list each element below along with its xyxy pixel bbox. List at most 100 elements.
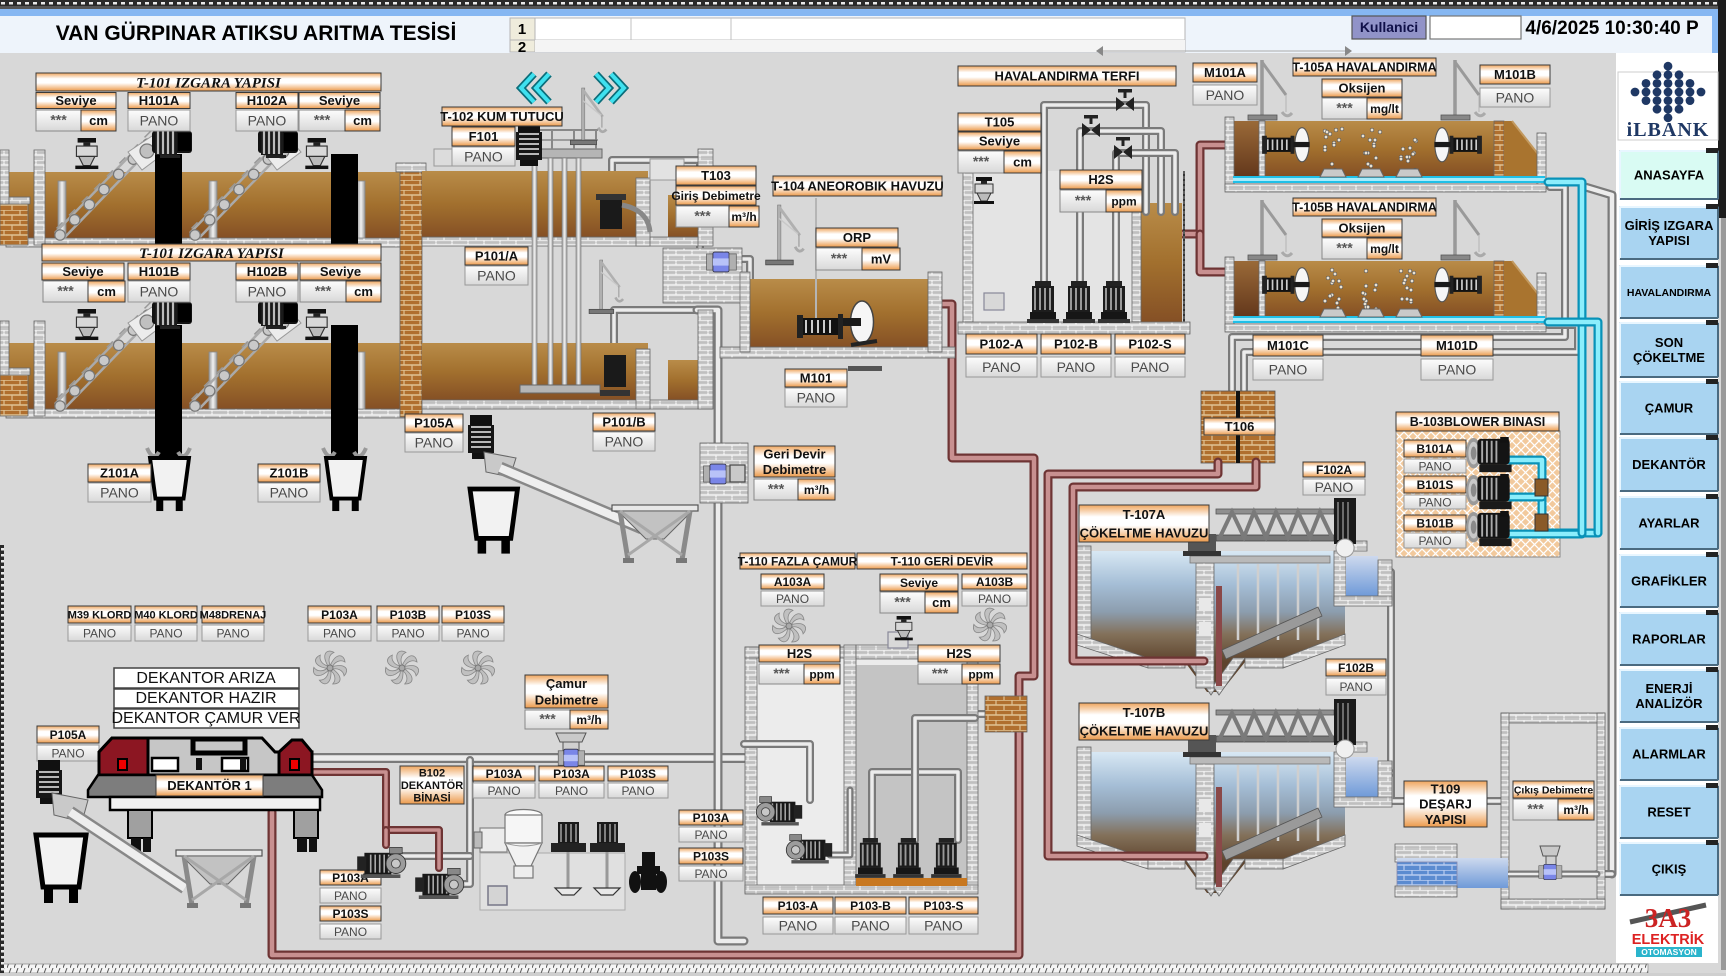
svg-text:H102A: H102A (247, 93, 288, 108)
svg-text:ÇÖKELTME: ÇÖKELTME (1633, 350, 1705, 365)
svg-text:PANO: PANO (140, 113, 179, 129)
svg-text:cm: cm (354, 284, 373, 299)
svg-text:m³/h: m³/h (731, 210, 756, 224)
svg-text:Seviye: Seviye (55, 93, 96, 108)
svg-text:Debimetre: Debimetre (535, 692, 599, 707)
svg-text:P103S: P103S (455, 608, 491, 622)
svg-text:T-101 IZGARA YAPISI: T-101 IZGARA YAPISI (139, 246, 285, 262)
svg-text:PANO: PANO (149, 626, 182, 640)
svg-text:2: 2 (518, 39, 526, 56)
svg-text:T109: T109 (1431, 781, 1461, 796)
svg-text:A103A: A103A (774, 575, 812, 589)
svg-text:P102-S: P102-S (1128, 337, 1172, 352)
svg-text:3A3: 3A3 (1645, 903, 1692, 933)
svg-text:Seviye: Seviye (979, 134, 1020, 149)
svg-text:B102: B102 (419, 767, 445, 779)
svg-text:PANO: PANO (487, 784, 520, 798)
svg-text:YAPISI: YAPISI (1648, 233, 1689, 248)
svg-text:T105: T105 (985, 115, 1015, 130)
svg-text:mg/lt: mg/lt (1370, 102, 1399, 116)
svg-text:Z101A: Z101A (100, 466, 140, 481)
svg-text:Oksijen: Oksijen (1339, 81, 1386, 96)
svg-text:PANO: PANO (140, 284, 179, 300)
svg-text:P101/A: P101/A (475, 249, 519, 264)
svg-text:***: *** (1336, 240, 1353, 256)
svg-text:DEŞARJ: DEŞARJ (1419, 797, 1472, 812)
svg-text:Oksijen: Oksijen (1339, 221, 1386, 236)
svg-text:Debimetre: Debimetre (763, 462, 827, 477)
svg-text:PANO: PANO (851, 918, 890, 934)
svg-text:***: *** (768, 481, 785, 497)
svg-text:PANO: PANO (1418, 459, 1451, 473)
svg-text:PANO: PANO (555, 784, 588, 798)
svg-text:PANO: PANO (83, 626, 116, 640)
svg-text:ppm: ppm (1111, 194, 1136, 208)
svg-text:M101B: M101B (1494, 67, 1536, 82)
svg-text:PANO: PANO (415, 435, 454, 451)
svg-text:PANO: PANO (978, 592, 1011, 606)
svg-text:T-110 GERİ DEVİR: T-110 GERİ DEVİR (891, 553, 994, 568)
svg-text:***: *** (973, 153, 990, 169)
svg-text:***: *** (1527, 801, 1544, 817)
svg-text:PANO: PANO (216, 626, 249, 640)
svg-text:P103B: P103B (390, 608, 427, 622)
svg-text:Seviye: Seviye (319, 93, 360, 108)
svg-text:F102A: F102A (1316, 463, 1352, 477)
svg-text:M101C: M101C (1267, 338, 1310, 353)
svg-text:T-107A: T-107A (1123, 507, 1166, 522)
svg-text:Kullanici: Kullanici (1360, 19, 1418, 35)
svg-text:Seviye: Seviye (320, 264, 361, 279)
svg-text:PANO: PANO (1438, 362, 1477, 378)
svg-text:T-110 FAZLA ÇAMUR: T-110 FAZLA ÇAMUR (738, 554, 858, 568)
svg-text:ANASAYFA: ANASAYFA (1634, 168, 1705, 183)
svg-text:***: *** (539, 711, 556, 727)
svg-text:PANO: PANO (334, 925, 367, 939)
svg-text:***: *** (894, 594, 911, 610)
svg-text:DEKANTÖR: DEKANTÖR (1632, 457, 1706, 472)
svg-text:Seviye: Seviye (62, 264, 103, 279)
svg-text:***: *** (694, 208, 711, 224)
svg-text:PANO: PANO (1496, 90, 1535, 106)
svg-text:PANO: PANO (248, 284, 287, 300)
svg-text:***: *** (1075, 192, 1092, 208)
svg-text:PANO: PANO (270, 485, 309, 501)
svg-text:Seviye: Seviye (900, 576, 938, 590)
svg-text:***: *** (50, 112, 67, 128)
svg-text:P103-B: P103-B (850, 899, 891, 913)
svg-text:P103-S: P103-S (923, 899, 963, 913)
svg-text:F101: F101 (469, 129, 499, 144)
svg-text:PANO: PANO (1418, 495, 1451, 509)
svg-text:RAPORLAR: RAPORLAR (1632, 632, 1706, 647)
svg-text:P103A: P103A (553, 767, 590, 781)
svg-text:***: *** (932, 665, 949, 681)
svg-text:H2S: H2S (1088, 172, 1114, 187)
svg-text:T-102 KUM TUTUCU: T-102 KUM TUTUCU (440, 109, 564, 124)
svg-text:M39 KLORD: M39 KLORD (68, 609, 132, 621)
svg-text:H2S: H2S (946, 646, 972, 661)
svg-text:ANALİZÖR: ANALİZÖR (1635, 696, 1703, 711)
svg-text:PANO: PANO (776, 592, 809, 606)
svg-text:H102B: H102B (247, 264, 287, 279)
svg-text:ÇÖKELTME HAVUZU: ÇÖKELTME HAVUZU (1080, 723, 1209, 738)
svg-text:PANO: PANO (1206, 87, 1245, 103)
svg-text:cm: cm (353, 113, 372, 128)
svg-text:HAVALANDIRMA: HAVALANDIRMA (1627, 287, 1712, 299)
svg-text:PANO: PANO (323, 626, 356, 640)
svg-text:PANO: PANO (51, 746, 84, 760)
svg-text:B101A: B101A (1416, 442, 1454, 456)
svg-text:HAVALANDIRMA TERFI: HAVALANDIRMA TERFI (995, 69, 1140, 84)
svg-text:m³/h: m³/h (576, 713, 601, 727)
svg-text:ELEKTRİK: ELEKTRİK (1632, 931, 1705, 948)
svg-text:PANO: PANO (982, 359, 1021, 375)
svg-text:P102-B: P102-B (1054, 337, 1098, 352)
svg-text:***: *** (314, 112, 331, 128)
svg-text:T103: T103 (701, 168, 731, 183)
svg-text:ppm: ppm (809, 667, 834, 681)
svg-text:P105A: P105A (50, 728, 87, 742)
svg-text:H101B: H101B (139, 264, 179, 279)
svg-text:PANO: PANO (100, 485, 139, 501)
svg-text:PANO: PANO (1339, 680, 1372, 694)
svg-text:P103S: P103S (620, 767, 656, 781)
svg-text:PANO: PANO (391, 626, 424, 640)
svg-text:OTOMASYON: OTOMASYON (1641, 947, 1697, 957)
